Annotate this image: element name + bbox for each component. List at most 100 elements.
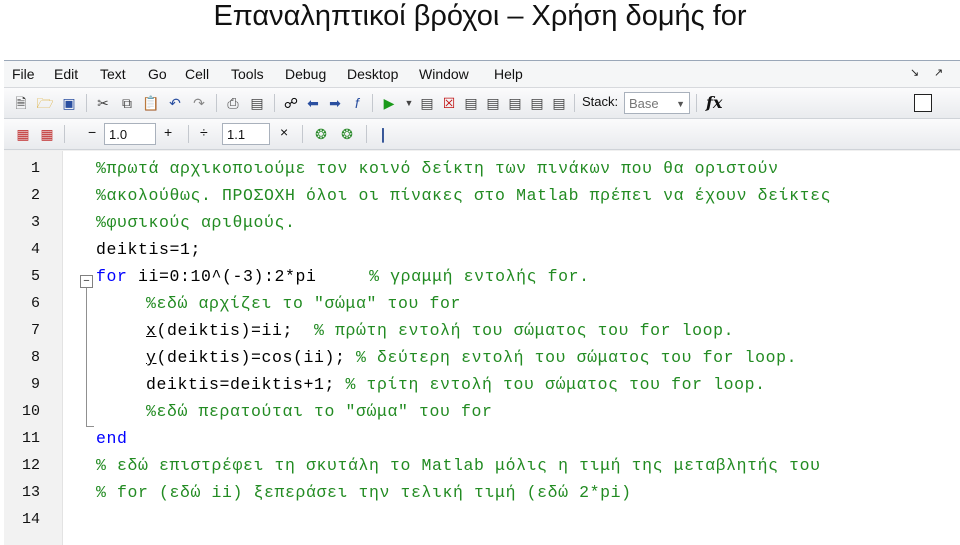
copy-icon[interactable]: ⧉: [118, 94, 136, 112]
code-line[interactable]: 13 % for (εδώ ii) ξεπεράσει την τελική τι…: [4, 479, 960, 506]
code-line[interactable]: 7 x(deiktis)=ii; % πρώτη εντολή του σώματ…: [4, 317, 960, 344]
increment-button[interactable]: +: [164, 124, 172, 140]
open-folder-icon[interactable]: 🗁: [36, 94, 54, 112]
code-comment: %φυσικούς αριθμούς.: [96, 213, 296, 232]
chevron-down-icon: ▼: [676, 99, 685, 109]
new-file-icon[interactable]: 🗎: [12, 94, 30, 112]
run-dropdown-icon[interactable]: ▼: [400, 94, 418, 112]
menu-text[interactable]: Text: [100, 66, 126, 82]
increment-value-field[interactable]: 1.0: [104, 123, 156, 145]
stack-select[interactable]: Base ▼: [624, 92, 690, 114]
line-number: 13: [21, 484, 40, 501]
code-line[interactable]: 3 %φυσικούς αριθμούς.: [4, 209, 960, 236]
cut-icon[interactable]: ✂: [94, 94, 112, 112]
code-line[interactable]: 8 y(deiktis)=cos(ii); % δεύτερη εντολή το…: [4, 344, 960, 371]
menu-go[interactable]: Go: [148, 66, 167, 82]
undo-icon[interactable]: ↶: [166, 94, 184, 112]
toolbar-separator: [188, 125, 189, 143]
code-comment: % πρώτη εντολή του σώματος του for loop.: [314, 321, 735, 340]
code-line[interactable]: 12 % εδώ επιστρέφει τη σκυτάλη το Matlab …: [4, 452, 960, 479]
save-icon[interactable]: ▣: [60, 94, 78, 112]
code-line[interactable]: 6 %εδώ αρχίζει το "σώμα" του for: [4, 290, 960, 317]
code-token: deiktis=1;: [96, 240, 202, 259]
menu-tools[interactable]: Tools: [231, 66, 264, 82]
function-browser-icon[interactable]: f: [348, 94, 366, 112]
toolbar-separator: [86, 94, 87, 112]
code-token: (deiktis)=ii;: [156, 321, 315, 340]
fold-guide-end: [86, 426, 94, 427]
menu-edit[interactable]: Edit: [54, 66, 78, 82]
fold-toggle-icon[interactable]: −: [80, 275, 93, 288]
divide-button[interactable]: ÷: [200, 124, 208, 140]
fx-button[interactable]: fx: [706, 93, 722, 112]
code-keyword: end: [96, 429, 128, 448]
stack-label: Stack:: [582, 94, 619, 109]
multiply-button[interactable]: ×: [280, 124, 288, 140]
menu-desktop[interactable]: Desktop: [347, 66, 398, 82]
main-toolbar: 🗎 🗁 ▣ ✂ ⧉ 📋 ↶ ↷ ⎙ ▤ ☍ ⬅ ➡ f ▶ ▼ ▤ ☒ ▤ ▤ …: [4, 88, 960, 119]
back-icon[interactable]: ⬅: [304, 94, 322, 112]
menu-file[interactable]: File: [12, 66, 35, 82]
code-comment: %εδώ περατούται το "σώμα" του for: [146, 402, 493, 421]
code-text: % for (εδώ ii) ξεπεράσει την τελική τιμή…: [96, 479, 632, 506]
find-icon[interactable]: ☍: [282, 94, 300, 112]
code-line[interactable]: 4 deiktis=1;: [4, 236, 960, 263]
run-icon[interactable]: ▶: [380, 94, 398, 112]
code-editor[interactable]: 1 %πρωτά αρχικοποιούμε τον κοινό δείκτη τ…: [4, 151, 960, 545]
code-token: ii=0:10^(-3):2*pi: [127, 267, 370, 286]
toolbar-separator: [64, 125, 65, 143]
code-text: end: [96, 425, 128, 452]
menu-help[interactable]: Help: [494, 66, 523, 82]
code-token: (deiktis)=cos(ii);: [156, 348, 357, 367]
toolbar-separator: [216, 94, 217, 112]
evaluate-advance-icon[interactable]: ❂: [338, 125, 356, 143]
menu-debug[interactable]: Debug: [285, 66, 326, 82]
menu-bar: File Edit Text Go Cell Tools Debug Deskt…: [4, 61, 960, 88]
code-comment: %πρωτά αρχικοποιούμε τον κοινό δείκτη τω…: [96, 159, 779, 178]
code-line[interactable]: 14: [4, 506, 960, 533]
exit-debug-icon[interactable]: ▤: [550, 94, 568, 112]
toolbar-separator: [274, 94, 275, 112]
code-line[interactable]: 5 for ii=0:10^(-3):2*pi % γραμμή εντολής …: [4, 263, 960, 290]
forward-icon[interactable]: ➡: [326, 94, 344, 112]
code-text: deiktis=deiktis+1; % τρίτη εντολή του σώ…: [146, 371, 766, 398]
step-out-icon[interactable]: ▤: [506, 94, 524, 112]
toolbar-separator: [366, 125, 367, 143]
cell-help-icon[interactable]: ❘: [374, 125, 392, 143]
paste-icon[interactable]: 📋: [142, 94, 160, 112]
code-text: deiktis=1;: [96, 236, 201, 263]
code-line[interactable]: 1 %πρωτά αρχικοποιούμε τον κοινό δείκτη τ…: [4, 155, 960, 182]
redo-icon[interactable]: ↷: [190, 94, 208, 112]
code-line[interactable]: 2 %ακολούθως. ΠΡΟΣΟΧΗ όλοι οι πίνακες στο…: [4, 182, 960, 209]
code-line[interactable]: 11 end: [4, 425, 960, 452]
code-text: %εδώ περατούται το "σώμα" του for: [146, 398, 493, 425]
code-token: deiktis=deiktis+1;: [146, 375, 346, 394]
breakpoint-icon[interactable]: ▤: [418, 94, 436, 112]
step-icon[interactable]: ▤: [462, 94, 480, 112]
toolbar-separator: [696, 94, 697, 112]
line-number: 7: [30, 322, 40, 339]
line-number: 4: [30, 241, 40, 258]
line-number: 3: [30, 214, 40, 231]
decrement-button[interactable]: −: [88, 124, 96, 140]
code-line[interactable]: 10 %εδώ περατούται το "σώμα" του for: [4, 398, 960, 425]
menu-window[interactable]: Window: [419, 66, 469, 82]
window-layout-icon[interactable]: [914, 94, 932, 112]
evaluate-cell-icon[interactable]: ❂: [312, 125, 330, 143]
dock-icon[interactable]: ↗: [934, 66, 943, 79]
menu-cell[interactable]: Cell: [185, 66, 209, 82]
code-line[interactable]: 9 deiktis=deiktis+1; % τρίτη εντολή του σ…: [4, 371, 960, 398]
scale-value-field[interactable]: 1.1: [222, 123, 270, 145]
insert-cell-icon[interactable]: ▦: [14, 125, 32, 143]
line-number: 6: [30, 295, 40, 312]
continue-icon[interactable]: ▤: [528, 94, 546, 112]
line-number: 9: [30, 376, 40, 393]
code-comment: % for (εδώ ii) ξεπεράσει την τελική τιμή…: [96, 483, 632, 502]
step-in-icon[interactable]: ▤: [484, 94, 502, 112]
code-keyword: for: [96, 267, 128, 286]
clear-breakpoint-icon[interactable]: ☒: [440, 94, 458, 112]
cell-divider-icon[interactable]: ▦: [38, 125, 56, 143]
undock-icon[interactable]: ↘: [910, 66, 919, 79]
print-icon[interactable]: ⎙: [224, 94, 242, 112]
print-preview-icon[interactable]: ▤: [248, 94, 266, 112]
